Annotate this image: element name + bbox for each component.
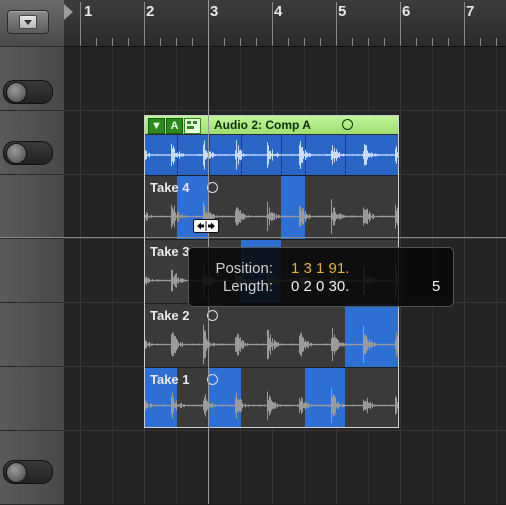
take-label: Take 3 <box>150 244 190 259</box>
length-label: Length: <box>222 278 273 295</box>
ruler-tick <box>256 38 257 46</box>
loop-icon[interactable] <box>342 119 353 130</box>
ruler-tick <box>304 38 305 46</box>
ruler-tick <box>144 2 145 46</box>
quick-swipe-button[interactable]: A <box>166 118 183 134</box>
toggle-knob-icon <box>6 462 27 483</box>
ruler-tick <box>416 38 417 46</box>
take-label: Take 4 <box>150 180 190 195</box>
dropdown-icon <box>19 15 37 29</box>
length-extra-value: 5 <box>432 278 441 295</box>
ruler-tick <box>368 38 369 46</box>
comp-waveform <box>145 135 398 175</box>
ruler-tick <box>464 2 465 46</box>
position-label: Position: <box>215 260 273 277</box>
ruler-tick <box>352 38 353 46</box>
ruler-tick <box>288 38 289 46</box>
take-folder-disclosure-button[interactable]: ▼ <box>148 118 165 134</box>
ruler-tick <box>224 38 225 46</box>
take-waveform <box>145 199 398 234</box>
playhead-marker-icon[interactable] <box>64 4 73 20</box>
take-label: Take 2 <box>150 308 190 323</box>
ruler-tick <box>240 38 241 46</box>
ruler-tick <box>96 38 97 46</box>
track-headers <box>0 47 64 505</box>
track-menu-button[interactable] <box>7 10 49 34</box>
take-menu-button[interactable] <box>184 118 201 134</box>
bar-number: 2 <box>146 3 155 20</box>
track-header[interactable] <box>0 367 64 431</box>
ruler-tick <box>160 38 161 46</box>
track-header[interactable] <box>0 175 64 239</box>
comp-waveform-graphic <box>145 140 398 170</box>
ruler-tick <box>80 2 81 46</box>
ruler-tick <box>336 2 337 46</box>
ruler-tick <box>112 38 113 46</box>
toggle-knob-icon <box>6 143 27 164</box>
take-lane[interactable]: Take 4 <box>145 175 398 239</box>
ruler-tick <box>320 38 321 46</box>
comp-grid-icon <box>187 121 197 129</box>
ruler-tick <box>128 38 129 46</box>
ruler-tick <box>272 2 273 46</box>
position-tooltip: Position: 1 3 1 91. Length: 0 2 0 30. 5 <box>188 247 454 307</box>
crosshair-line <box>0 237 506 238</box>
track-toggle[interactable] <box>3 80 53 104</box>
bar-number: 6 <box>402 3 411 20</box>
bar-number: 1 <box>84 3 93 20</box>
bar-number: 5 <box>338 3 347 20</box>
ruler-tick <box>448 38 449 46</box>
ruler-tick <box>176 38 177 46</box>
ruler-tick <box>432 38 433 46</box>
track-header[interactable] <box>0 239 64 303</box>
ruler-tick <box>192 38 193 46</box>
take-folder-header[interactable]: ▼ A Audio 2: Comp A <box>145 116 398 134</box>
take-waveform <box>145 324 398 365</box>
take-lane[interactable]: Take 1 <box>145 367 398 427</box>
bar-number: 7 <box>466 3 475 20</box>
toggle-knob-icon <box>6 82 27 103</box>
ruler-tick <box>496 38 497 46</box>
take-waveform <box>145 387 398 424</box>
bar-number: 4 <box>274 3 283 20</box>
resize-cursor-icon <box>193 219 219 233</box>
take-folder-title: Audio 2: Comp A <box>214 118 311 132</box>
track-toggle[interactable] <box>3 141 53 165</box>
position-value: 1 3 1 91. <box>291 260 350 277</box>
track-header[interactable] <box>0 111 64 175</box>
track-toggle[interactable] <box>3 460 53 484</box>
bar-ruler[interactable]: 1 2 3 4 5 6 7 <box>64 0 506 47</box>
bar-number: 3 <box>210 3 219 20</box>
track-header[interactable] <box>0 431 64 505</box>
length-value: 0 2 0 30. <box>291 278 350 295</box>
ruler-tick <box>400 2 401 46</box>
track-header[interactable] <box>0 303 64 367</box>
ruler-tick <box>384 38 385 46</box>
ruler-tick <box>480 38 481 46</box>
take-label: Take 1 <box>150 372 190 387</box>
take-lane[interactable]: Take 2 <box>145 303 398 367</box>
track-header[interactable] <box>0 47 64 111</box>
